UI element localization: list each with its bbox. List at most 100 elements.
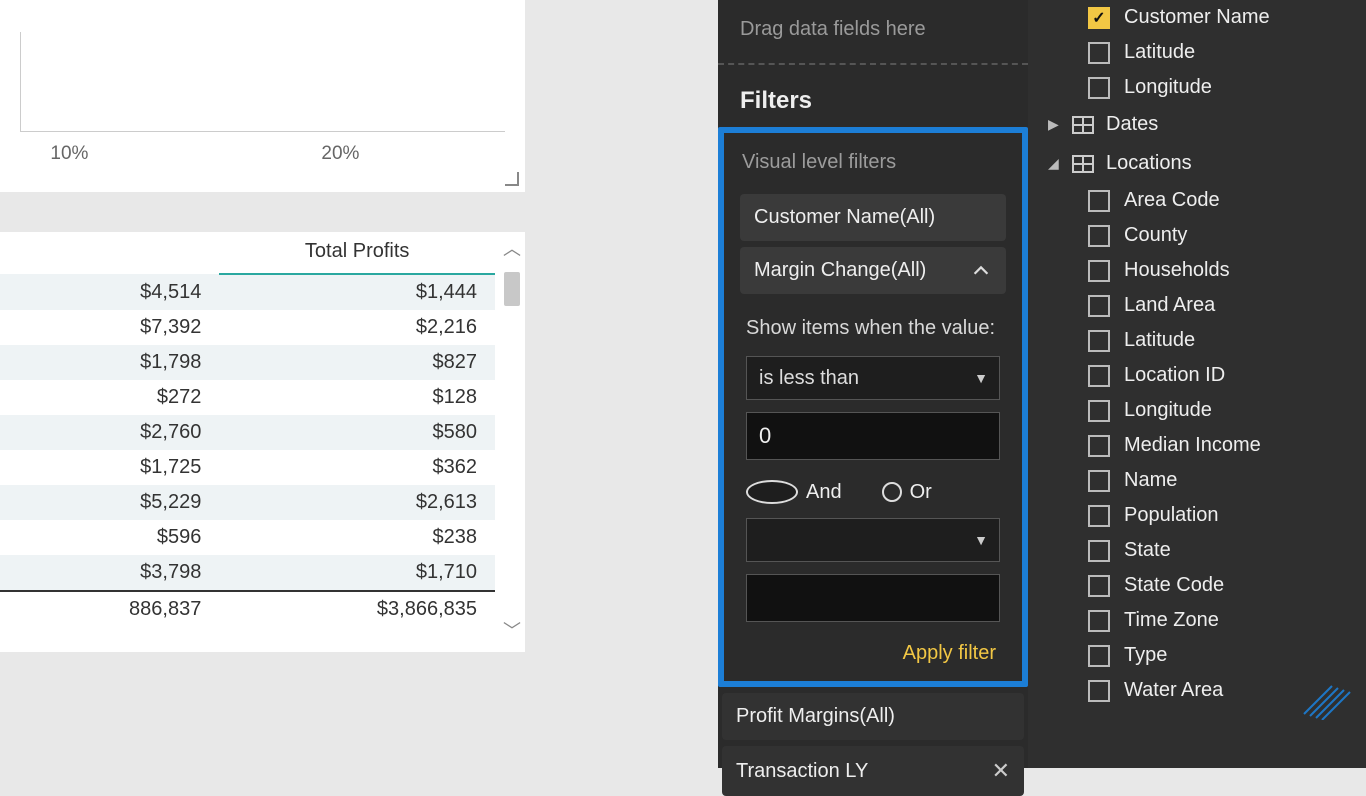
- checkbox-icon[interactable]: [1088, 42, 1110, 64]
- cell: $1,798: [0, 345, 219, 380]
- chart-visual[interactable]: 10% 20%: [0, 0, 525, 192]
- caret-down-icon[interactable]: ◢: [1048, 155, 1060, 172]
- filter-value2-input[interactable]: [746, 574, 1000, 622]
- scroll-thumb[interactable]: [504, 272, 520, 306]
- field-item[interactable]: Longitude: [1028, 70, 1366, 105]
- checkbox-icon[interactable]: [1088, 330, 1110, 352]
- field-item[interactable]: Area Code: [1028, 183, 1366, 218]
- table-row[interactable]: $596$238: [0, 520, 495, 555]
- table-visual[interactable]: Total Profits $4,514$1,444$7,392$2,216$1…: [0, 232, 525, 652]
- cell: $3,798: [0, 555, 219, 591]
- field-item[interactable]: Latitude: [1028, 35, 1366, 70]
- field-label: Land Area: [1124, 294, 1215, 317]
- axis-tick: 10%: [50, 143, 88, 165]
- table-row[interactable]: $1,725$362: [0, 450, 495, 485]
- chevron-up-icon[interactable]: [970, 260, 992, 282]
- checkbox-icon[interactable]: [1088, 77, 1110, 99]
- field-label: State: [1124, 539, 1171, 562]
- checkbox-icon[interactable]: [1088, 505, 1110, 527]
- total-cell: $3,866,835: [219, 591, 495, 627]
- field-item[interactable]: Land Area: [1028, 288, 1366, 323]
- cell: $1,710: [219, 555, 495, 591]
- caret-right-icon[interactable]: ▶: [1048, 116, 1060, 133]
- filter-card-transaction[interactable]: Transaction LY ✕: [722, 746, 1024, 796]
- checkbox-icon[interactable]: [1088, 470, 1110, 492]
- field-label: Customer Name: [1124, 6, 1270, 29]
- filter-card-profit[interactable]: Profit Margins(All): [722, 693, 1024, 740]
- operator-select[interactable]: is less than: [746, 356, 1000, 400]
- cell: $7,392: [0, 310, 219, 345]
- field-item[interactable]: Time Zone: [1028, 603, 1366, 638]
- field-item[interactable]: State: [1028, 533, 1366, 568]
- resize-handle-icon[interactable]: [505, 172, 519, 186]
- filter-card-customer[interactable]: Customer Name(All): [740, 194, 1006, 241]
- checkbox-icon[interactable]: [1088, 435, 1110, 457]
- field-item[interactable]: Median Income: [1028, 428, 1366, 463]
- scroll-down-icon[interactable]: ﹀: [503, 624, 521, 642]
- table-row[interactable]: $1,798$827: [0, 345, 495, 380]
- checkbox-icon[interactable]: [1088, 400, 1110, 422]
- field-label: Latitude: [1124, 41, 1195, 64]
- checkbox-icon[interactable]: [1088, 260, 1110, 282]
- visual-level-filters-box: Visual level filters Customer Name(All) …: [718, 127, 1028, 687]
- field-label: Longitude: [1124, 76, 1212, 99]
- checkbox-icon[interactable]: [1088, 680, 1110, 702]
- table-row[interactable]: $5,229$2,613: [0, 485, 495, 520]
- cell: $827: [219, 345, 495, 380]
- field-table[interactable]: ▶Dates: [1028, 105, 1366, 144]
- checkbox-icon[interactable]: [1088, 365, 1110, 387]
- field-label: Time Zone: [1124, 609, 1219, 632]
- table-row[interactable]: $4,514$1,444: [0, 274, 495, 310]
- table-row[interactable]: $272$128: [0, 380, 495, 415]
- filter-condition-label: Show items when the value:: [746, 314, 1000, 342]
- checkbox-icon[interactable]: [1088, 645, 1110, 667]
- field-item[interactable]: Population: [1028, 498, 1366, 533]
- table-row[interactable]: $2,760$580: [0, 415, 495, 450]
- fields-panel: Customer NameLatitudeLongitude ▶Dates◢Lo…: [1028, 0, 1366, 768]
- field-item[interactable]: Type: [1028, 638, 1366, 673]
- field-drop-zone[interactable]: Drag data fields here: [718, 0, 1028, 65]
- checkbox-icon[interactable]: [1088, 7, 1110, 29]
- table-icon: [1072, 116, 1094, 134]
- logic-or-radio[interactable]: Or: [882, 481, 932, 504]
- column-header[interactable]: Total Profits: [219, 232, 495, 274]
- field-label: Location ID: [1124, 364, 1225, 387]
- field-item[interactable]: Latitude: [1028, 323, 1366, 358]
- checkbox-icon[interactable]: [1088, 540, 1110, 562]
- field-item[interactable]: County: [1028, 218, 1366, 253]
- table-icon: [1072, 155, 1094, 173]
- field-label: Households: [1124, 259, 1230, 282]
- table-row[interactable]: $7,392$2,216: [0, 310, 495, 345]
- checkbox-icon[interactable]: [1088, 575, 1110, 597]
- field-item[interactable]: Customer Name: [1028, 0, 1366, 35]
- close-icon[interactable]: ✕: [992, 758, 1010, 784]
- cell: $1,725: [0, 450, 219, 485]
- field-item[interactable]: Longitude: [1028, 393, 1366, 428]
- cell: $1,444: [219, 274, 495, 310]
- cell: $2,613: [219, 485, 495, 520]
- checkbox-icon[interactable]: [1088, 190, 1110, 212]
- field-item[interactable]: Location ID: [1028, 358, 1366, 393]
- checkbox-icon[interactable]: [1088, 225, 1110, 247]
- field-item[interactable]: State Code: [1028, 568, 1366, 603]
- checkbox-icon[interactable]: [1088, 295, 1110, 317]
- field-item[interactable]: Households: [1028, 253, 1366, 288]
- scrollbar[interactable]: ︿ ﹀: [503, 242, 521, 642]
- operator2-select[interactable]: [746, 518, 1000, 562]
- checkbox-icon[interactable]: [1088, 610, 1110, 632]
- field-table[interactable]: ◢Locations: [1028, 144, 1366, 183]
- cell: $4,514: [0, 274, 219, 310]
- filter-card-label: Profit Margins(All): [736, 705, 895, 728]
- table-row[interactable]: $3,798$1,710: [0, 555, 495, 591]
- apply-filter-button[interactable]: Apply filter: [903, 642, 996, 664]
- logic-and-radio[interactable]: And: [746, 480, 842, 504]
- scroll-up-icon[interactable]: ︿: [503, 242, 521, 260]
- radio-icon: [882, 482, 902, 502]
- filter-card-margin[interactable]: Margin Change(All): [740, 247, 1006, 294]
- watermark-logo-icon: [1298, 680, 1358, 720]
- total-cell: 886,837: [0, 591, 219, 627]
- filter-value-input[interactable]: [746, 412, 1000, 460]
- filter-card-label: Transaction LY: [736, 760, 868, 783]
- field-item[interactable]: Name: [1028, 463, 1366, 498]
- data-table: Total Profits $4,514$1,444$7,392$2,216$1…: [0, 232, 495, 627]
